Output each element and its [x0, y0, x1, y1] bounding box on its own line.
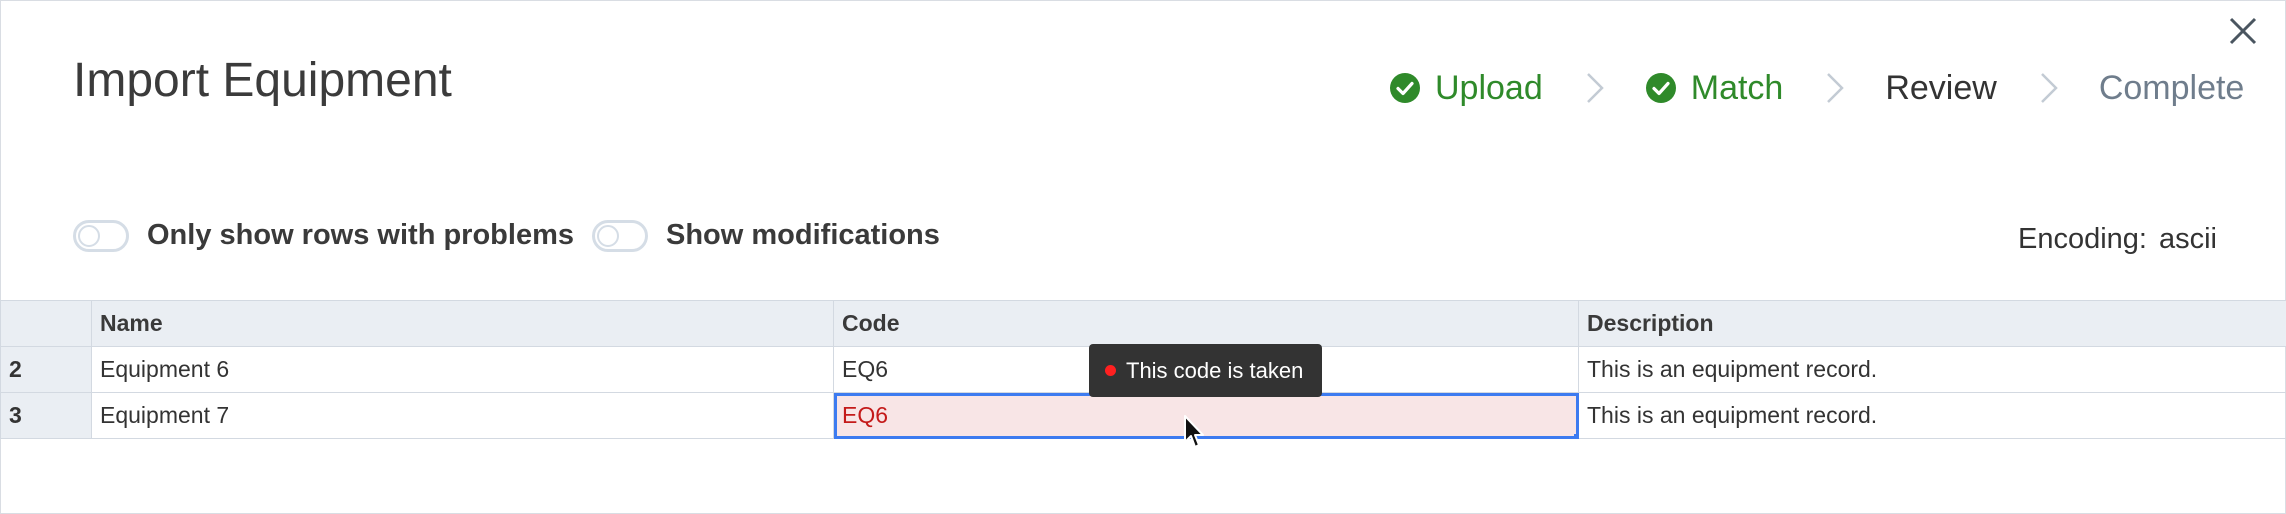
- row-number: 2: [0, 346, 92, 393]
- error-tooltip: This code is taken: [1089, 344, 1322, 397]
- name-cell[interactable]: Equipment 6: [91, 346, 834, 393]
- encoding-value: ascii: [2158, 223, 2217, 255]
- column-header-rownum: [0, 300, 92, 347]
- step-label: Complete: [2098, 68, 2245, 107]
- row-number: 3: [0, 392, 92, 439]
- problems-toggle[interactable]: [73, 219, 129, 252]
- filter-toggles: Only show rows with problems Show modifi…: [73, 219, 958, 252]
- close-icon[interactable]: [2223, 11, 2263, 51]
- check-circle-icon: [1390, 73, 1420, 103]
- error-dot-icon: [1105, 365, 1116, 376]
- column-header-code[interactable]: Code: [833, 300, 1579, 347]
- modifications-toggle-label: Show modifications: [666, 219, 940, 251]
- name-cell[interactable]: Equipment 7: [91, 392, 834, 439]
- modifications-toggle[interactable]: [592, 219, 648, 252]
- step-label: Upload: [1435, 68, 1543, 107]
- page-title: Import Equipment: [73, 54, 452, 107]
- step-upload: Upload: [1389, 69, 1543, 108]
- code-cell-value: EQ6: [842, 402, 889, 428]
- check-circle-icon: [1645, 73, 1676, 103]
- step-label: Match: [1690, 68, 1784, 107]
- fill-handle[interactable]: [1574, 434, 1578, 438]
- mouse-pointer-icon: [1184, 415, 1204, 448]
- step-label: Review: [1885, 68, 1997, 107]
- stepper: Upload Match Review Complete: [1389, 63, 2244, 113]
- encoding-info: Encoding: ascii: [2018, 223, 2217, 256]
- chevron-right-icon: [2040, 73, 2058, 103]
- header-row: Name Code Description: [0, 300, 2286, 347]
- table-row: 3 Equipment 7 EQ6 This is an equipment r…: [0, 392, 2286, 439]
- step-match: Match: [1645, 68, 1784, 108]
- column-header-description[interactable]: Description: [1578, 300, 2286, 347]
- code-cell-error[interactable]: EQ6: [833, 392, 1579, 439]
- chevron-right-icon: [1586, 73, 1604, 103]
- column-header-name[interactable]: Name: [91, 300, 834, 347]
- encoding-label: Encoding:: [2017, 223, 2147, 255]
- chevron-right-icon: [1827, 73, 1845, 103]
- description-cell[interactable]: This is an equipment record.: [1578, 346, 2286, 393]
- description-cell[interactable]: This is an equipment record.: [1578, 392, 2286, 439]
- step-complete: Complete: [2099, 69, 2245, 108]
- tooltip-text: This code is taken: [1126, 357, 1304, 383]
- problems-toggle-label: Only show rows with problems: [147, 219, 574, 251]
- step-review: Review: [1885, 69, 1996, 108]
